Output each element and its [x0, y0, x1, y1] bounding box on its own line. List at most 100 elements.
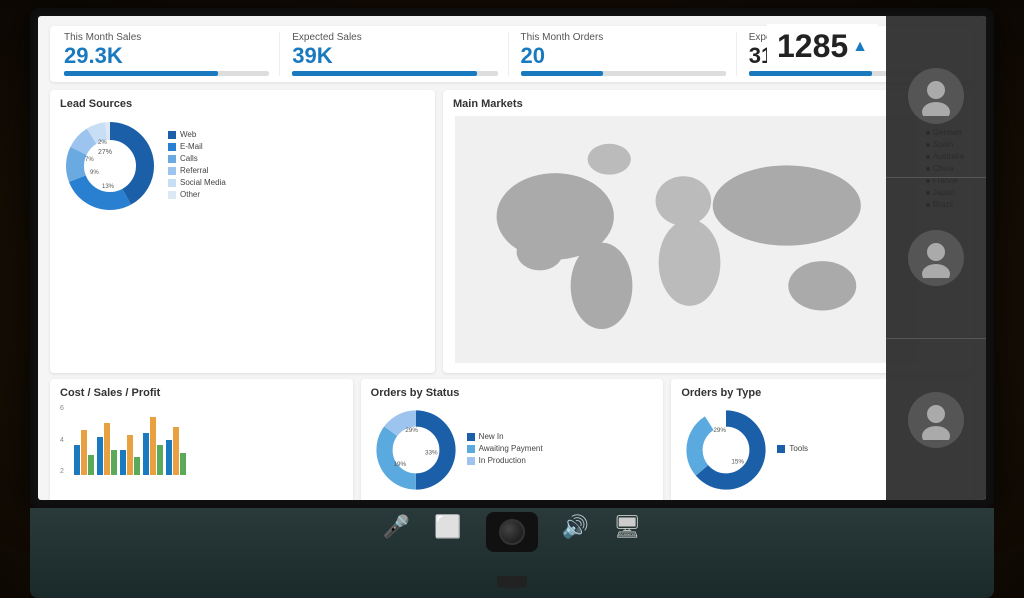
orders-status-legend: New In Awaiting Payment In Production: [467, 432, 543, 468]
bar-cost-1: [74, 445, 80, 475]
stat-this-month-orders-label: This Month Orders: [521, 32, 726, 43]
avatar-tile-1: [886, 16, 986, 178]
bar-profit-1: [88, 455, 94, 475]
bar-sales-2: [104, 423, 110, 475]
charts-row-middle: Lead Sources: [50, 90, 974, 373]
bar-profit-5: [180, 453, 186, 475]
orders-by-status-title: Orders by Status: [371, 387, 654, 399]
legend-calls-label: Calls: [180, 154, 198, 163]
legend-new-in-label: New In: [479, 432, 504, 441]
svg-text:7%: 7%: [85, 157, 94, 163]
legend-other: Other: [168, 190, 226, 199]
svg-text:27%: 27%: [98, 149, 112, 156]
legend-awaiting-payment: Awaiting Payment: [467, 444, 543, 453]
y-label-6: 6: [60, 405, 64, 412]
legend-awaiting-payment-label: Awaiting Payment: [479, 444, 543, 453]
bar-group-1: [74, 430, 94, 475]
camera-unit: [486, 514, 538, 552]
cost-sales-profit-title: Cost / Sales / Profit: [60, 387, 343, 399]
bar-sales-5: [173, 427, 179, 475]
legend-web-label: Web: [180, 130, 196, 139]
y-label-2: 2: [60, 468, 64, 475]
bar-chart-container: 6 4 2: [60, 405, 343, 475]
avatar-3: [908, 392, 964, 448]
avatar-icon-1: [916, 76, 956, 116]
stat-expected-sales: Expected Sales 39K: [288, 32, 508, 76]
svg-text:19%: 19%: [393, 461, 406, 468]
bar-profit-3: [134, 457, 140, 475]
mic-icon[interactable]: 🎤: [383, 514, 410, 540]
stat-this-month-orders-fill: [521, 71, 603, 76]
donut-chart-svg: 27% 42% 13% 9% 7% 2%: [60, 116, 160, 216]
cost-sales-profit-card: Cost / Sales / Profit 6 4 2: [50, 379, 353, 500]
avatar-tile-2: [886, 178, 986, 340]
speaker-icon[interactable]: 🔊: [562, 514, 589, 540]
stat-this-month-orders-value: 20: [521, 45, 726, 67]
bar-cost-5: [166, 440, 172, 475]
avatar-1: [908, 68, 964, 124]
camera-bar: 🎤 ⬜ 🔊 🖥: [30, 508, 994, 598]
legend-tools: Tools: [777, 444, 808, 453]
stat-expected-sales-value: 39K: [292, 45, 497, 67]
big-number-arrow: ▲: [852, 38, 868, 56]
lead-sources-legend: Web E-Mail Calls: [168, 130, 226, 202]
stat-expected-sales-progress: [292, 71, 497, 76]
camera-stand: [497, 576, 527, 588]
legend-other-label: Other: [180, 190, 200, 199]
bar-group-3: [120, 435, 140, 475]
bar-cost-2: [97, 437, 103, 475]
monitor-icon[interactable]: ⬜: [434, 514, 461, 540]
stat-this-month-sales-progress: [64, 71, 269, 76]
lead-sources-title: Lead Sources: [60, 98, 425, 110]
bar-sales-3: [127, 435, 133, 475]
world-map-svg: [453, 116, 920, 363]
legend-calls: Calls: [168, 154, 226, 163]
stat-this-month-sales-fill: [64, 71, 218, 76]
camera-body: [486, 512, 538, 552]
orders-status-donut-svg: 29% 33% 19%: [371, 405, 461, 495]
stat-this-month-sales-label: This Month Sales: [64, 32, 269, 43]
bar-cost-3: [120, 450, 126, 475]
legend-referral: Referral: [168, 166, 226, 175]
legend-referral-label: Referral: [180, 166, 208, 175]
avatar-icon-3: [916, 400, 956, 440]
orders-by-status-card: Orders by Status 29% 33% 19%: [361, 379, 664, 500]
orders-type-legend: Tools: [777, 444, 808, 456]
y-label-4: 4: [60, 437, 64, 444]
dashboard: This Month Sales 29.3K Expected Sales 39…: [38, 16, 986, 500]
bar-cost-4: [143, 433, 149, 475]
legend-email: E-Mail: [168, 142, 226, 151]
y-axis: 6 4 2: [60, 405, 64, 475]
bar-profit-2: [111, 450, 117, 475]
right-panel: [886, 16, 986, 500]
lead-sources-card: Lead Sources: [50, 90, 435, 373]
bar-sales-4: [150, 417, 156, 475]
orders-by-status-chart: 29% 33% 19% New In Awaiting Payment: [371, 405, 654, 495]
stat-this-month-orders: This Month Orders 20: [517, 32, 737, 76]
legend-email-label: E-Mail: [180, 142, 203, 151]
display-icon[interactable]: 🖥: [613, 514, 641, 540]
screen-content: This Month Sales 29.3K Expected Sales 39…: [38, 16, 986, 500]
legend-social-media: Social Media: [168, 178, 226, 187]
orders-type-donut-svg: 29% 15%: [681, 405, 771, 495]
stat-expected-sales-fill: [292, 71, 477, 76]
svg-text:2%: 2%: [98, 140, 107, 146]
avatar-icon-2: [916, 238, 956, 278]
bar-group-5: [166, 427, 186, 475]
big-number-overlay: 1285 ▲: [767, 24, 878, 69]
stat-this-month-sales-value: 29.3K: [64, 45, 269, 67]
stat-expected-orders-fill: [749, 71, 872, 76]
bar-chart-area: [74, 405, 343, 475]
legend-web: Web: [168, 130, 226, 139]
svg-text:13%: 13%: [102, 184, 115, 190]
legend-tools-label: Tools: [789, 444, 808, 453]
stat-expected-sales-label: Expected Sales: [292, 32, 497, 43]
stat-this-month-orders-progress: [521, 71, 726, 76]
tv-screen-frame: This Month Sales 29.3K Expected Sales 39…: [30, 8, 994, 508]
bar-sales-1: [81, 430, 87, 475]
camera-lens: [499, 519, 525, 545]
big-number-value: 1285: [777, 28, 848, 65]
charts-row-bottom: Cost / Sales / Profit 6 4 2: [50, 379, 974, 500]
svg-text:29%: 29%: [714, 427, 727, 434]
svg-text:33%: 33%: [425, 450, 438, 457]
